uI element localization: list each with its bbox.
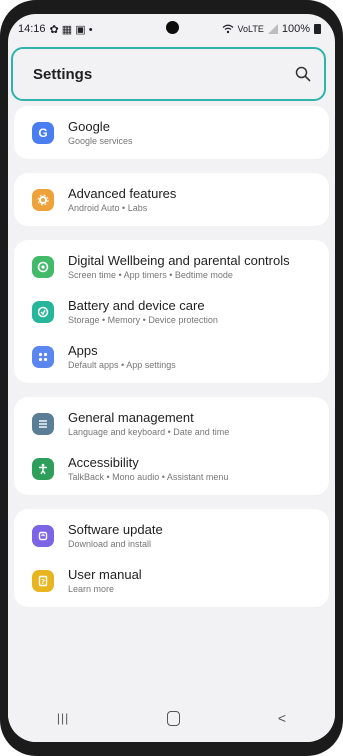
back-button[interactable]: <: [278, 710, 286, 726]
settings-group: Software update Download and install ? U…: [14, 509, 329, 607]
settings-group: G Google Google services: [14, 106, 329, 159]
signal-label: VoLTE: [237, 24, 264, 34]
status-bar: 14:16 ✿ ▦ ▣ • VoLTE 100%: [8, 14, 335, 44]
item-title: Software update: [68, 522, 163, 537]
apps-icon: [32, 345, 54, 368]
settings-item-apps[interactable]: Apps Default apps • App settings: [14, 334, 329, 379]
phone-frame: 14:16 ✿ ▦ ▣ • VoLTE 100% Settings G Goog…: [0, 0, 343, 756]
settings-item-general-management[interactable]: General management Language and keyboard…: [14, 401, 329, 446]
general-management-icon: [32, 412, 54, 435]
notification-icons: ✿ ▦ ▣ •: [49, 23, 93, 36]
item-title: Apps: [68, 343, 98, 358]
settings-item-digital-wellbeing[interactable]: Digital Wellbeing and parental controls …: [14, 244, 329, 289]
recents-button[interactable]: |||: [57, 711, 69, 725]
item-title: Battery and device care: [68, 298, 205, 313]
settings-item-accessibility[interactable]: Accessibility TalkBack • Mono audio • As…: [14, 446, 329, 491]
device-care-icon: [32, 300, 54, 323]
item-title: General management: [68, 410, 194, 425]
settings-item-software-update[interactable]: Software update Download and install: [14, 513, 329, 558]
settings-item-advanced-features[interactable]: Advanced features Android Auto • Labs: [14, 177, 329, 222]
settings-item-user-manual[interactable]: ? User manual Learn more: [14, 558, 329, 603]
item-subtitle: Android Auto • Labs: [68, 203, 148, 213]
item-title: Accessibility: [68, 455, 139, 470]
item-title: Digital Wellbeing and parental controls: [68, 253, 290, 268]
user-manual-icon: ?: [32, 569, 54, 592]
navigation-bar: ||| <: [8, 694, 335, 742]
item-subtitle: Google services: [68, 136, 133, 146]
settings-group: Digital Wellbeing and parental controls …: [14, 240, 329, 383]
accessibility-icon: [32, 457, 54, 480]
item-title: User manual: [68, 567, 142, 582]
settings-item-google[interactable]: G Google Google services: [14, 110, 329, 155]
wifi-icon: [222, 24, 233, 34]
item-subtitle: Language and keyboard • Date and time: [68, 427, 230, 437]
software-update-icon: [32, 524, 54, 547]
item-title: Advanced features: [68, 186, 177, 201]
battery-icon: [314, 24, 321, 34]
advanced-features-icon: [32, 188, 54, 211]
camera-cutout: [165, 21, 179, 34]
battery-percent: 100%: [281, 23, 310, 35]
page-title: Settings: [33, 65, 93, 83]
item-subtitle: Default apps • App settings: [68, 360, 176, 370]
item-subtitle: Storage • Memory • Device protection: [68, 315, 218, 325]
item-title: Google: [68, 119, 110, 134]
status-left: 14:16 ✿ ▦ ▣ •: [18, 23, 93, 36]
settings-header: Settings: [11, 47, 326, 101]
settings-list: G Google Google services Advanced featur…: [8, 106, 335, 621]
item-subtitle: Download and install: [68, 539, 152, 549]
settings-group: Advanced features Android Auto • Labs: [14, 173, 329, 226]
item-subtitle: Screen time • App timers • Bedtime mode: [68, 270, 233, 280]
screen: 14:16 ✿ ▦ ▣ • VoLTE 100% Settings G Goog…: [8, 14, 335, 742]
item-subtitle: Learn more: [68, 584, 115, 594]
home-button[interactable]: [167, 710, 181, 726]
status-right: VoLTE 100%: [222, 23, 321, 35]
wellbeing-icon: [32, 255, 54, 278]
signal-icon: [267, 24, 278, 34]
settings-group: General management Language and keyboard…: [14, 397, 329, 495]
google-icon: G: [32, 121, 54, 144]
clock: 14:16: [18, 23, 46, 35]
settings-item-battery-device-care[interactable]: Battery and device care Storage • Memory…: [14, 289, 329, 334]
search-icon[interactable]: [294, 65, 312, 83]
item-subtitle: TalkBack • Mono audio • Assistant menu: [68, 472, 229, 482]
svg-text:?: ?: [41, 578, 45, 586]
